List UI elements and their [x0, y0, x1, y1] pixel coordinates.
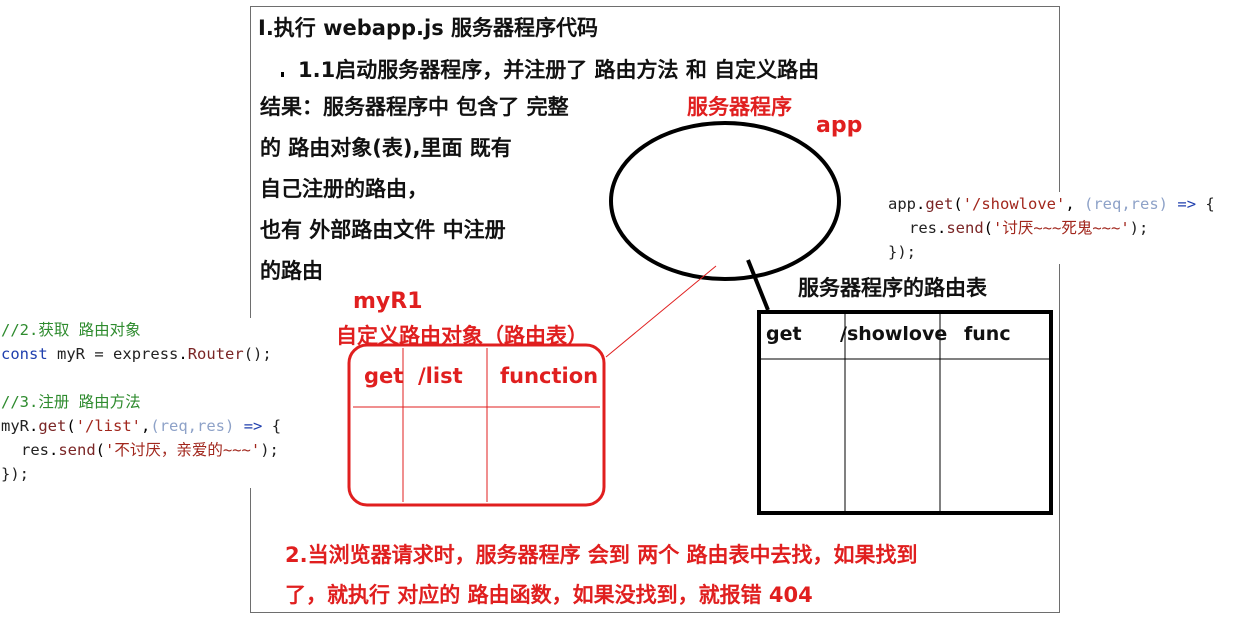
diagram-shapes: [347, 121, 1053, 515]
result-line-5: 的路由: [260, 259, 323, 283]
code-app-line-2: res.send('讨厌~~~死鬼~~~');: [909, 219, 1149, 237]
bottom-line-1: 2.当浏览器请求时，服务器程序 会到 两个 路由表中去找，如果找到: [285, 543, 918, 567]
result-line-3: 自己注册的路由，: [260, 177, 428, 201]
custom-router-label: 自定义路由对象（路由表）: [336, 324, 588, 348]
myr1-label: myR1: [353, 289, 423, 314]
code-router-line-5: res.send('不讨厌，亲爱的~~~');: [21, 441, 279, 459]
subheading: 1.1启动服务器程序，并注册了 路由方法 和 自定义路由: [298, 58, 820, 82]
code-router-line-4: myR.get('/list',(req,res) => {: [1, 417, 282, 435]
left-table-handler: function: [500, 364, 599, 388]
right-table-path: /showlove: [840, 323, 948, 345]
code-app-line-1: app.get('/showlove', (req,res) => {: [888, 195, 1215, 213]
left-table-path: /list: [418, 364, 463, 388]
bullet-mark: [281, 72, 284, 77]
server-route-table-label: 服务器程序的路由表: [798, 276, 987, 300]
left-table-method: get: [364, 364, 404, 388]
app-label: app: [816, 113, 863, 138]
code-router-line-2: const myR = express.Router();: [1, 345, 272, 363]
code-app-line-3: });: [888, 243, 916, 261]
right-table-handler: func: [964, 323, 1011, 345]
code-router-line-6: });: [1, 465, 29, 483]
result-line-1: 结果：服务器程序中 包含了 完整: [260, 95, 569, 119]
connector-black: [746, 259, 770, 311]
bottom-line-2: 了，就执行 对应的 路由函数，如果没找到，就报错 404: [285, 583, 813, 607]
server-program-label: 服务器程序: [687, 95, 792, 119]
app-ellipse: [609, 121, 841, 281]
connector-red: [605, 265, 717, 358]
code-router-comment-2: //3.注册 路由方法: [1, 393, 141, 411]
code-snippet-router: //2.获取 路由对象 const myR = express.Router()…: [0, 318, 318, 488]
code-router-comment-1: //2.获取 路由对象: [1, 321, 141, 339]
result-line-2: 的 路由对象(表),里面 既有: [260, 136, 512, 160]
code-snippet-app: app.get('/showlove', (req,res) => { res.…: [884, 192, 1257, 264]
page-title: I.执行 webapp.js 服务器程序代码: [258, 16, 598, 40]
result-line-4: 也有 外部路由文件 中注册: [260, 218, 506, 242]
right-table-method: get: [766, 323, 802, 345]
